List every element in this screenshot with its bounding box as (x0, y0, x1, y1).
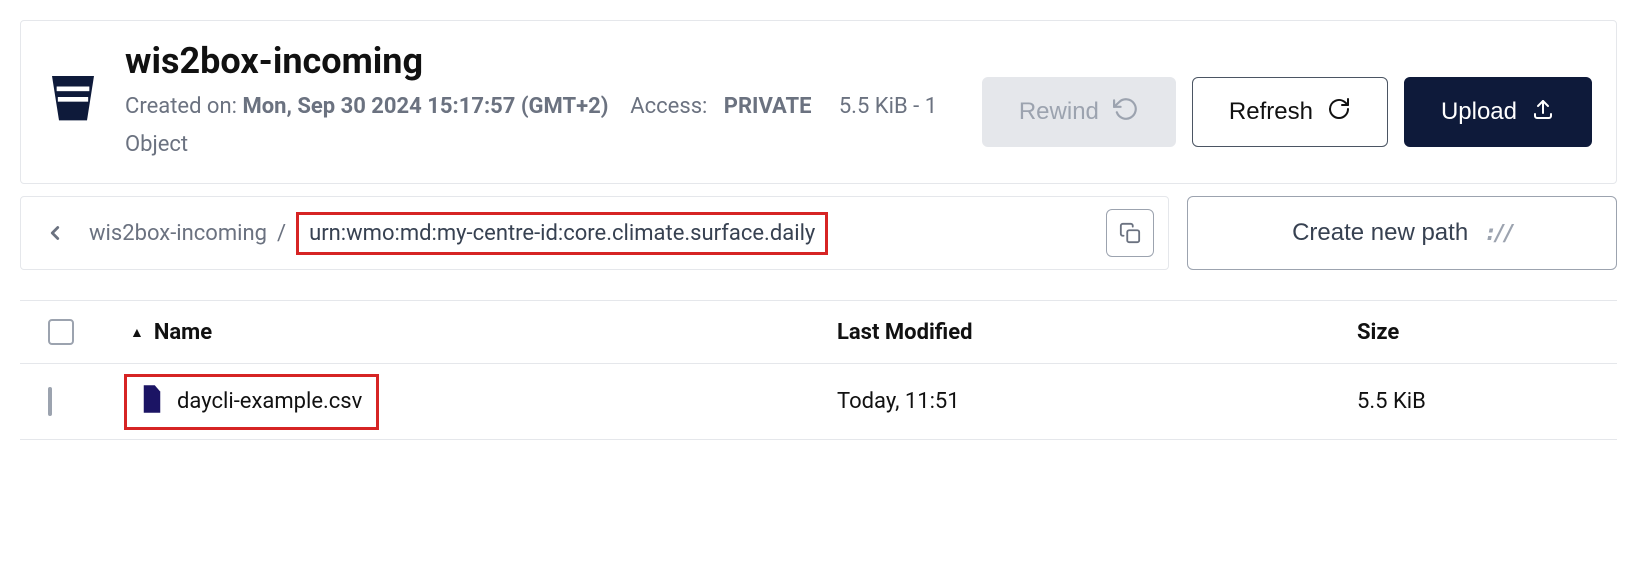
breadcrumb-separator: / (277, 221, 286, 246)
select-all-checkbox[interactable] (48, 319, 74, 345)
refresh-label: Refresh (1229, 98, 1313, 126)
access-value: PRIVATE (724, 94, 812, 119)
upload-button[interactable]: Upload (1404, 77, 1592, 147)
created-value: Mon, Sep 30 2024 15:17:57 (GMT+2) (242, 94, 608, 119)
bucket-meta: Created on: Mon, Sep 30 2024 15:17:57 (G… (125, 88, 962, 163)
bucket-title: wis2box-incoming (125, 41, 962, 82)
file-name-cell[interactable]: daycli-example.csv (124, 374, 379, 430)
back-button[interactable] (35, 213, 75, 253)
breadcrumb-current: urn:wmo:md:my-centre-id:core.climate.sur… (296, 212, 828, 255)
created-label: Created on: (125, 94, 237, 119)
sort-asc-icon: ▲ (130, 324, 144, 341)
refresh-icon (1327, 97, 1351, 128)
rewind-icon (1113, 96, 1139, 129)
path-bar: wis2box-incoming / urn:wmo:md:my-centre-… (20, 196, 1169, 270)
file-size: 5.5 KiB (1357, 389, 1617, 414)
upload-label: Upload (1441, 98, 1517, 126)
objects-table: ▲ Name Last Modified Size (20, 300, 1617, 440)
breadcrumb-root[interactable]: wis2box-incoming (89, 221, 267, 246)
refresh-button[interactable]: Refresh (1192, 77, 1388, 147)
file-name: daycli-example.csv (177, 389, 362, 414)
create-path-label: Create new path (1292, 219, 1468, 247)
table-row[interactable]: daycli-example.csv Today, 11:51 5.5 KiB (20, 364, 1617, 440)
column-size[interactable]: Size (1357, 320, 1617, 345)
breadcrumb: wis2box-incoming / urn:wmo:md:my-centre-… (89, 212, 1092, 255)
bucket-icon (45, 69, 101, 125)
bucket-size: 5.5 KiB (839, 94, 908, 119)
upload-icon (1531, 97, 1555, 128)
rewind-button: Rewind (982, 77, 1176, 147)
file-last-modified: Today, 11:51 (837, 389, 1357, 414)
column-name[interactable]: ▲ Name (130, 320, 837, 345)
bucket-header: wis2box-incoming Created on: Mon, Sep 30… (20, 20, 1617, 184)
file-icon (141, 385, 163, 419)
copy-path-button[interactable] (1106, 209, 1154, 257)
table-header: ▲ Name Last Modified Size (20, 300, 1617, 364)
column-name-label: Name (154, 320, 212, 345)
chevron-left-icon (44, 222, 66, 244)
path-slash-icon: :// (1484, 221, 1512, 246)
column-last-modified-label: Last Modified (837, 320, 972, 345)
access-label: Access: (630, 94, 707, 119)
column-size-label: Size (1357, 320, 1399, 345)
create-new-path-button[interactable]: Create new path :// (1187, 196, 1617, 270)
rewind-label: Rewind (1019, 98, 1099, 126)
row-checkbox[interactable] (48, 387, 52, 416)
copy-icon (1119, 222, 1141, 244)
column-last-modified[interactable]: Last Modified (837, 320, 1357, 345)
